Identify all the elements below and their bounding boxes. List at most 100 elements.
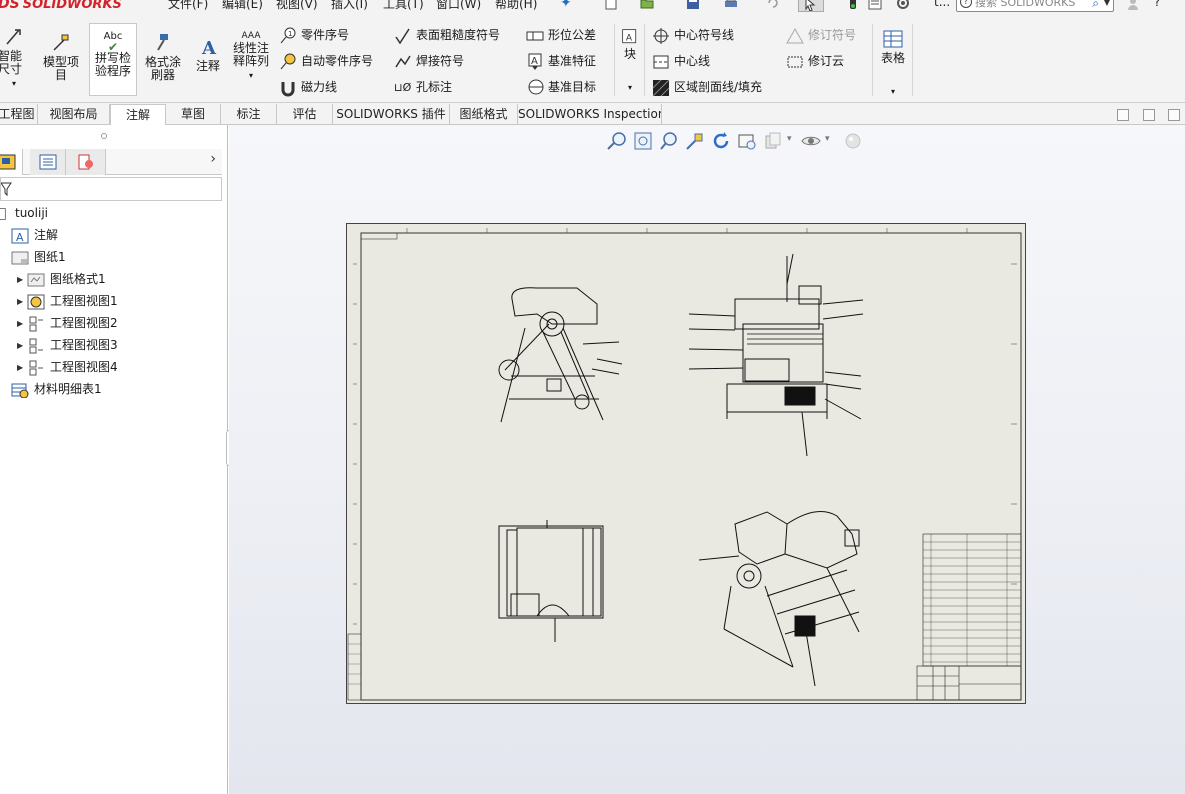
tab-drawing[interactable]: 工程图 xyxy=(0,104,38,125)
print-icon[interactable] xyxy=(724,0,738,10)
feature-tree-tab[interactable] xyxy=(0,149,23,175)
save-icon[interactable] xyxy=(686,0,700,10)
geometric-tolerance-button[interactable]: 形位公差 xyxy=(526,26,596,44)
traffic-light-icon[interactable] xyxy=(846,0,860,10)
tree-filter-input[interactable] xyxy=(0,177,222,201)
menu-tools[interactable]: 工具(T) xyxy=(383,0,424,12)
tree-item-sheet1[interactable]: 图纸1 xyxy=(11,247,66,267)
open-icon[interactable] xyxy=(640,0,654,10)
pin-icon[interactable]: ✦ xyxy=(560,0,572,11)
tab-markup[interactable]: 标注 xyxy=(221,104,277,125)
property-manager-tab[interactable] xyxy=(30,149,66,175)
tree-item-sheet-format1[interactable]: ▶ 图纸格式1 xyxy=(17,269,106,289)
options-gear-icon[interactable] xyxy=(896,0,910,10)
collapse-left-icon[interactable] xyxy=(1117,109,1129,121)
chevron-down-icon[interactable]: ▾ xyxy=(825,134,830,144)
hole-callout-button[interactable]: ⊔Ø 孔标注 xyxy=(394,78,452,96)
dim-xpert-tab[interactable] xyxy=(66,149,106,175)
expand-right-icon[interactable] xyxy=(1143,109,1155,121)
chevron-down-icon[interactable]: ▾ xyxy=(618,81,642,94)
expand-arrow-icon[interactable]: ▶ xyxy=(17,358,27,378)
tab-solidworks-addins[interactable]: SOLIDWORKS 插件 xyxy=(333,104,450,125)
smart-dimension-button[interactable]: 智能尺寸 ▾ xyxy=(0,26,34,90)
menu-file[interactable]: 文件(F) xyxy=(168,0,208,12)
chevron-down-icon[interactable]: ▾ xyxy=(249,71,253,80)
tab-sketch[interactable]: 草图 xyxy=(166,104,221,125)
tree-item-drawing-view1[interactable]: ▶ 工程图视图1 xyxy=(17,291,118,311)
menu-help[interactable]: 帮助(H) xyxy=(495,0,537,12)
zoom-to-fit-icon[interactable] xyxy=(607,131,627,151)
drawing-sheet[interactable] xyxy=(346,223,1026,704)
tree-item-annotations[interactable]: A 注解 xyxy=(11,225,58,245)
svg-text:1: 1 xyxy=(288,30,292,38)
rebuild-icon[interactable] xyxy=(711,131,731,151)
menu-edit[interactable]: 编辑(E) xyxy=(222,0,263,12)
print-preview-icon[interactable] xyxy=(737,131,757,151)
tree-item-bom-table1[interactable]: 材料明细表1 xyxy=(11,379,102,399)
auto-balloon-button[interactable]: 自动零件序号 xyxy=(279,52,373,70)
revision-symbol-button[interactable]: 修订符号 xyxy=(786,26,856,44)
chevron-right-icon[interactable]: › xyxy=(210,151,216,167)
menu-insert[interactable]: 插入(I) xyxy=(331,0,368,12)
spell-checker-button[interactable]: Abc ✔ 拼写检验程序 xyxy=(89,23,137,96)
separator xyxy=(872,24,873,96)
previous-view-icon[interactable] xyxy=(659,131,679,151)
surface-finish-button[interactable]: 表面粗糙度符号 xyxy=(394,26,500,44)
magnetic-line-button[interactable]: 磁力线 xyxy=(279,78,337,96)
search-input[interactable]: ? 搜索 SOLIDWORKS ⌕ ▼ xyxy=(956,0,1114,12)
table-button[interactable]: 表格 ▾ xyxy=(876,28,910,98)
overflow-menu[interactable]: t... xyxy=(934,0,950,9)
zoom-to-area-icon[interactable] xyxy=(633,131,653,151)
tree-item-drawing-view2[interactable]: ▶ 工程图视图2 xyxy=(17,313,118,333)
datum-target-button[interactable]: 基准目标 xyxy=(526,78,596,96)
undo-icon[interactable] xyxy=(766,0,780,10)
center-mark-button[interactable]: 中心符号线 xyxy=(652,26,734,44)
area-hatch-button[interactable]: 区域剖面线/填充 xyxy=(652,78,762,96)
solidworks-logo[interactable]: DS SOLIDWORKS xyxy=(0,0,122,12)
chevron-down-icon[interactable]: ▼ xyxy=(1104,0,1110,11)
new-document-icon[interactable] xyxy=(604,0,618,10)
pan-icon[interactable] xyxy=(685,131,705,151)
menu-window[interactable]: 窗口(W) xyxy=(436,0,481,12)
tab-sheet-format[interactable]: 图纸格式 xyxy=(450,104,518,125)
datum-target-icon xyxy=(528,79,544,94)
note-button[interactable]: A 注释 xyxy=(190,36,226,73)
tree-item-drawing-view4[interactable]: ▶ 工程图视图4 xyxy=(17,357,118,377)
menu-view[interactable]: 视图(V) xyxy=(276,0,318,12)
tree-root[interactable]: tuoliji xyxy=(0,203,48,223)
expand-arrow-icon[interactable]: ▶ xyxy=(17,270,27,290)
appearance-sphere-icon[interactable] xyxy=(843,131,863,151)
file-properties-icon[interactable] xyxy=(868,0,882,10)
tab-annotation[interactable]: 注解 xyxy=(110,104,166,125)
property-list-icon xyxy=(39,154,57,170)
panel-toggle-icon[interactable] xyxy=(101,133,107,139)
revision-cloud-button[interactable]: 修订云 xyxy=(786,52,844,70)
view-orientation-icon[interactable] xyxy=(763,131,783,151)
block-button[interactable]: A 块 ▾ xyxy=(618,28,642,94)
select-tool-button[interactable] xyxy=(798,0,824,12)
centerline-button[interactable]: 中心线 xyxy=(652,52,710,70)
graphics-area[interactable]: ▾ ▾ xyxy=(229,125,1185,794)
weld-symbol-button[interactable]: 焊接符号 xyxy=(394,52,464,70)
tab-view-layout[interactable]: 视图布局 xyxy=(38,104,110,125)
tree-item-drawing-view3[interactable]: ▶ 工程图视图3 xyxy=(17,335,118,355)
help-button[interactable]: ? xyxy=(1154,0,1160,9)
hide-show-eye-icon[interactable] xyxy=(801,131,821,151)
datum-feature-button[interactable]: A 基准特征 xyxy=(526,52,596,70)
model-items-button[interactable]: 模型项目 xyxy=(38,32,84,82)
cursor-icon xyxy=(805,0,816,12)
expand-arrow-icon[interactable]: ▶ xyxy=(17,292,27,312)
user-icon[interactable] xyxy=(1126,0,1140,10)
chevron-down-icon[interactable]: ▾ xyxy=(12,79,16,88)
balloon-button[interactable]: 1 零件序号 xyxy=(279,26,349,44)
chevron-down-icon[interactable]: ▾ xyxy=(787,134,792,144)
search-icon[interactable]: ⌕ xyxy=(1092,0,1099,11)
expand-arrow-icon[interactable]: ▶ xyxy=(17,336,27,356)
tab-solidworks-inspection[interactable]: SOLIDWORKS Inspection xyxy=(518,104,662,125)
tab-evaluate[interactable]: 评估 xyxy=(277,104,333,125)
restore-icon[interactable] xyxy=(1168,109,1180,121)
expand-arrow-icon[interactable]: ▶ xyxy=(17,314,27,334)
chevron-down-icon[interactable]: ▾ xyxy=(876,85,910,98)
linear-note-pattern-button[interactable]: AAA 线性注释阵列 ▾ xyxy=(228,30,274,82)
format-painter-button[interactable]: 格式涂刷器 xyxy=(140,32,186,82)
